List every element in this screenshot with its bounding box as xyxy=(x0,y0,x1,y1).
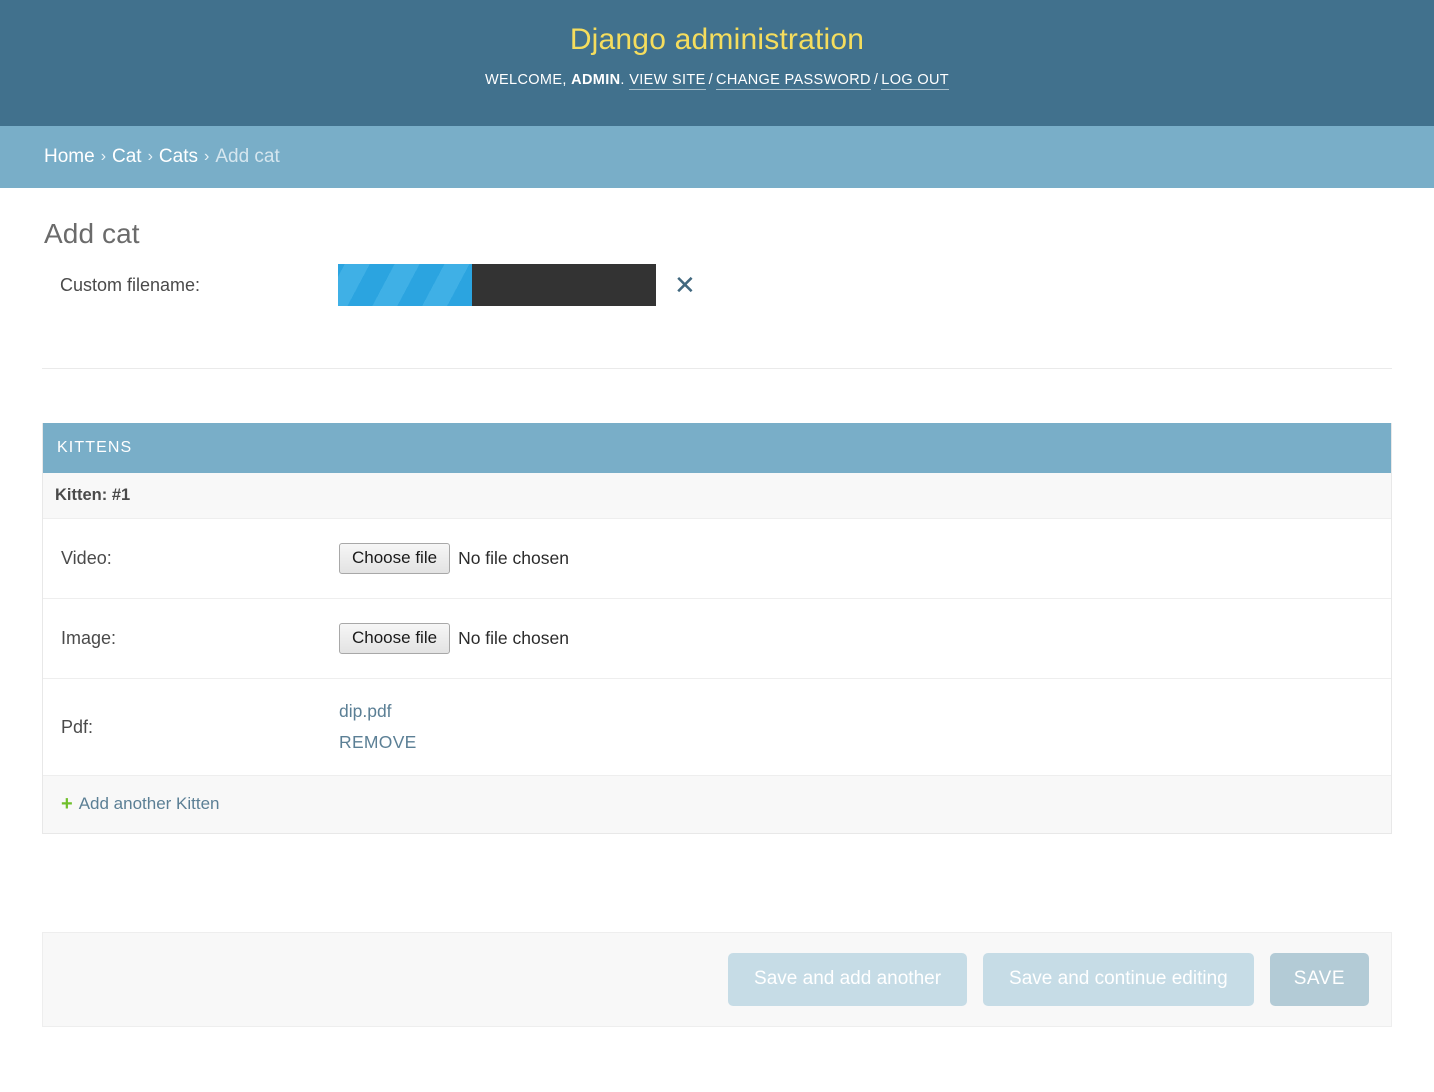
inline-group-heading: KITTENS xyxy=(43,423,1391,473)
image-choose-file-button[interactable]: Choose file xyxy=(339,623,450,653)
welcome-period: . xyxy=(620,72,624,88)
form-row-video: Video: Choose file No file chosen xyxy=(43,519,1391,599)
form-row-pdf: Pdf: dip.pdf REMOVE xyxy=(43,679,1391,776)
save-and-continue-button[interactable]: Save and continue editing xyxy=(983,953,1254,1006)
add-another-kitten-row[interactable]: + Add another Kitten xyxy=(43,776,1391,833)
save-button[interactable]: SAVE xyxy=(1270,953,1369,1006)
user-tools-separator-1: / xyxy=(706,72,716,88)
content-area: Add cat Custom filename: ✕ KITTENS Kitte… xyxy=(0,218,1434,1027)
add-another-kitten-label: Add another Kitten xyxy=(79,794,220,813)
video-choose-file-button[interactable]: Choose file xyxy=(339,543,450,573)
upload-progress-bar xyxy=(338,264,656,306)
video-file-status: No file chosen xyxy=(458,548,569,569)
site-header: Django administration WELCOME, ADMIN. VI… xyxy=(0,0,1434,126)
upload-progress-fill xyxy=(338,264,472,306)
video-label: Video: xyxy=(61,548,339,569)
breadcrumb: Home › Cat › Cats › Add cat xyxy=(0,126,1434,188)
change-password-link[interactable]: CHANGE PASSWORD xyxy=(716,72,871,90)
image-file-status: No file chosen xyxy=(458,628,569,649)
custom-filename-field-box: ✕ xyxy=(338,264,700,306)
breadcrumb-item-home[interactable]: Home xyxy=(44,146,95,168)
custom-filename-label: Custom filename: xyxy=(60,275,338,296)
image-file-widget[interactable]: Choose file No file chosen xyxy=(339,623,569,653)
plus-icon: + xyxy=(61,793,73,816)
user-tools: WELCOME, ADMIN. VIEW SITE/CHANGE PASSWOR… xyxy=(485,70,949,90)
form-row-custom-filename: Custom filename: ✕ xyxy=(42,250,1392,320)
main-fieldset: Custom filename: ✕ xyxy=(42,250,1392,369)
welcome-text: WELCOME, xyxy=(485,72,567,88)
breadcrumb-item-cat[interactable]: Cat xyxy=(112,146,142,168)
page-title: Add cat xyxy=(44,218,1392,250)
video-file-widget[interactable]: Choose file No file chosen xyxy=(339,543,569,573)
cancel-upload-icon[interactable]: ✕ xyxy=(670,272,700,298)
log-out-link[interactable]: LOG OUT xyxy=(881,72,949,90)
user-tools-separator-2: / xyxy=(871,72,881,88)
breadcrumb-separator: › xyxy=(95,148,112,166)
form-row-image: Image: Choose file No file chosen xyxy=(43,599,1391,679)
breadcrumb-item-cats[interactable]: Cats xyxy=(159,146,198,168)
inline-group-kittens: KITTENS Kitten: #1 Video: Choose file No… xyxy=(42,423,1392,834)
view-site-link[interactable]: VIEW SITE xyxy=(629,72,705,90)
site-title: Django administration xyxy=(570,20,864,60)
submit-row: Save and add another Save and continue e… xyxy=(42,932,1392,1027)
breadcrumb-separator: › xyxy=(198,148,215,166)
upload-progress-widget: ✕ xyxy=(338,264,700,306)
pdf-file-widget: dip.pdf REMOVE xyxy=(339,701,417,753)
pdf-label: Pdf: xyxy=(61,717,339,738)
add-another-kitten-link[interactable]: + Add another Kitten xyxy=(61,794,220,813)
username-label: ADMIN xyxy=(571,72,620,88)
save-and-add-another-button[interactable]: Save and add another xyxy=(728,953,967,1006)
image-label: Image: xyxy=(61,628,339,649)
breadcrumb-item-add-cat: Add cat xyxy=(215,146,279,168)
pdf-remove-link[interactable]: REMOVE xyxy=(339,732,417,753)
pdf-file-link[interactable]: dip.pdf xyxy=(339,701,417,722)
breadcrumb-separator: › xyxy=(142,148,159,166)
inline-instance-heading: Kitten: #1 xyxy=(43,473,1391,519)
